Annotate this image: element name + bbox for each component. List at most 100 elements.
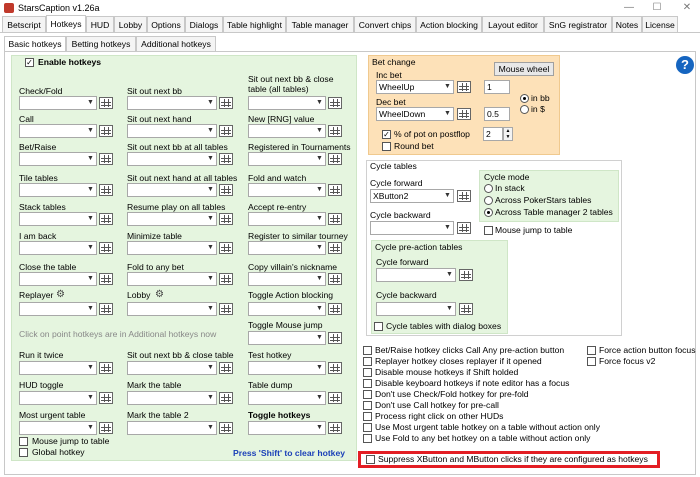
hotkey-combo[interactable]: ▼ [248,96,326,110]
keyboard-icon[interactable] [219,97,233,109]
keyboard-icon[interactable] [99,392,113,404]
tab-hotkeys[interactable]: Hotkeys [46,15,86,33]
keyboard-icon[interactable] [328,362,342,374]
keyboard-icon[interactable] [457,108,471,120]
inc-bet-amount[interactable]: 1 [484,80,510,94]
hotkey-combo[interactable]: ▼ [248,124,326,138]
in-dollar-radio[interactable] [520,105,529,114]
option-checkbox[interactable] [363,412,372,421]
hotkey-combo[interactable]: ▼ [127,152,217,166]
cycle-forward-combo[interactable]: XButton2 ▼ [370,189,454,203]
keyboard-icon[interactable] [219,242,233,254]
keyboard-icon[interactable] [219,184,233,196]
keyboard-icon[interactable] [328,125,342,137]
mode-pokerstars-radio[interactable] [484,196,493,205]
tab-hud[interactable]: HUD [86,16,114,32]
keyboard-icon[interactable] [99,213,113,225]
hotkey-combo[interactable]: ▼ [127,124,217,138]
hotkey-combo[interactable]: ▼ [248,331,326,345]
tab-table-highlight[interactable]: Table highlight [223,16,286,32]
hotkey-combo[interactable]: ▼ [248,421,326,435]
hotkey-combo[interactable]: ▼ [19,361,97,375]
keyboard-icon[interactable] [328,332,342,344]
option-checkbox[interactable] [587,357,596,366]
tab-betting-hotkeys[interactable]: Betting hotkeys [66,36,136,51]
keyboard-icon[interactable] [99,422,113,434]
hotkey-combo[interactable]: ▼ [127,212,217,226]
option-checkbox[interactable] [363,390,372,399]
tab-sng-registrator[interactable]: SnG registrator [544,16,612,32]
pct-pot-spinner[interactable]: ▲ ▼ [503,127,513,141]
hotkey-combo[interactable]: ▼ [19,272,97,286]
cycle-mouse-jump-checkbox[interactable] [484,226,493,235]
hotkey-combo[interactable]: ▼ [127,272,217,286]
keyboard-icon[interactable] [99,242,113,254]
keyboard-icon[interactable] [328,392,342,404]
tab-license[interactable]: License [642,16,678,32]
keyboard-icon[interactable] [219,153,233,165]
hotkey-combo[interactable]: ▼ [19,241,97,255]
keyboard-icon[interactable] [459,303,473,315]
option-checkbox[interactable] [363,346,372,355]
hotkey-combo[interactable]: ▼ [19,302,97,316]
option-checkbox[interactable] [363,423,372,432]
keyboard-icon[interactable] [219,392,233,404]
hotkey-combo[interactable]: ▼ [127,421,217,435]
hotkey-combo[interactable]: ▼ [19,391,97,405]
keyboard-icon[interactable] [99,153,113,165]
hotkey-combo[interactable]: ▼ [248,241,326,255]
global-hotkey-checkbox[interactable] [19,448,28,457]
keyboard-icon[interactable] [328,184,342,196]
pct-pot-value[interactable]: 2 [483,127,503,141]
keyboard-icon[interactable] [99,184,113,196]
keyboard-icon[interactable] [457,222,471,234]
mouse-jump-checkbox[interactable] [19,437,28,446]
keyboard-icon[interactable] [219,422,233,434]
hotkey-combo[interactable]: ▼ [248,302,326,316]
keyboard-icon[interactable] [457,190,471,202]
keyboard-icon[interactable] [328,303,342,315]
keyboard-icon[interactable] [219,213,233,225]
keyboard-icon[interactable] [99,362,113,374]
hotkey-combo[interactable]: ▼ [248,391,326,405]
pre-backward-combo[interactable]: ▼ [376,302,456,316]
hotkey-combo[interactable]: ▼ [248,152,326,166]
tab-table-manager[interactable]: Table manager [286,16,354,32]
dec-bet-combo[interactable]: WheelDown ▼ [376,107,454,121]
keyboard-icon[interactable] [328,97,342,109]
hotkey-combo[interactable]: ▼ [248,183,326,197]
hotkey-combo[interactable]: ▼ [19,183,97,197]
option-checkbox[interactable] [363,379,372,388]
tab-action-blocking[interactable]: Action blocking [416,16,482,32]
tab-layout-editor[interactable]: Layout editor [482,16,544,32]
round-bet-checkbox[interactable] [382,142,391,151]
tab-convert-chips[interactable]: Convert chips [354,16,416,32]
hotkey-combo[interactable]: ▼ [127,183,217,197]
option-checkbox[interactable] [363,357,372,366]
pct-pot-checkbox[interactable]: ✓ [382,130,391,139]
option-checkbox[interactable] [587,346,596,355]
option-checkbox[interactable] [363,368,372,377]
hotkey-combo[interactable]: ▼ [248,212,326,226]
tab-dialogs[interactable]: Dialogs [185,16,223,32]
maximize-button[interactable]: ☐ [646,1,668,15]
tab-options[interactable]: Options [147,16,185,32]
hotkey-combo[interactable]: ▼ [19,421,97,435]
hotkey-combo[interactable]: ▼ [127,96,217,110]
enable-hotkeys-checkbox[interactable]: ✓ [25,58,34,67]
keyboard-icon[interactable] [99,303,113,315]
tab-lobby[interactable]: Lobby [114,16,147,32]
tab-notes[interactable]: Notes [612,16,642,32]
gear-icon[interactable]: ⚙ [155,290,164,300]
pre-forward-combo[interactable]: ▼ [376,268,456,282]
keyboard-icon[interactable] [99,125,113,137]
inc-bet-combo[interactable]: WheelUp ▼ [376,80,454,94]
in-bb-radio[interactable] [520,94,529,103]
option-checkbox[interactable] [363,401,372,410]
option-checkbox[interactable] [363,434,372,443]
keyboard-icon[interactable] [219,362,233,374]
keyboard-icon[interactable] [219,303,233,315]
mode-table-manager-radio[interactable] [484,208,493,217]
tab-betscript[interactable]: Betscript [2,16,46,32]
keyboard-icon[interactable] [328,422,342,434]
